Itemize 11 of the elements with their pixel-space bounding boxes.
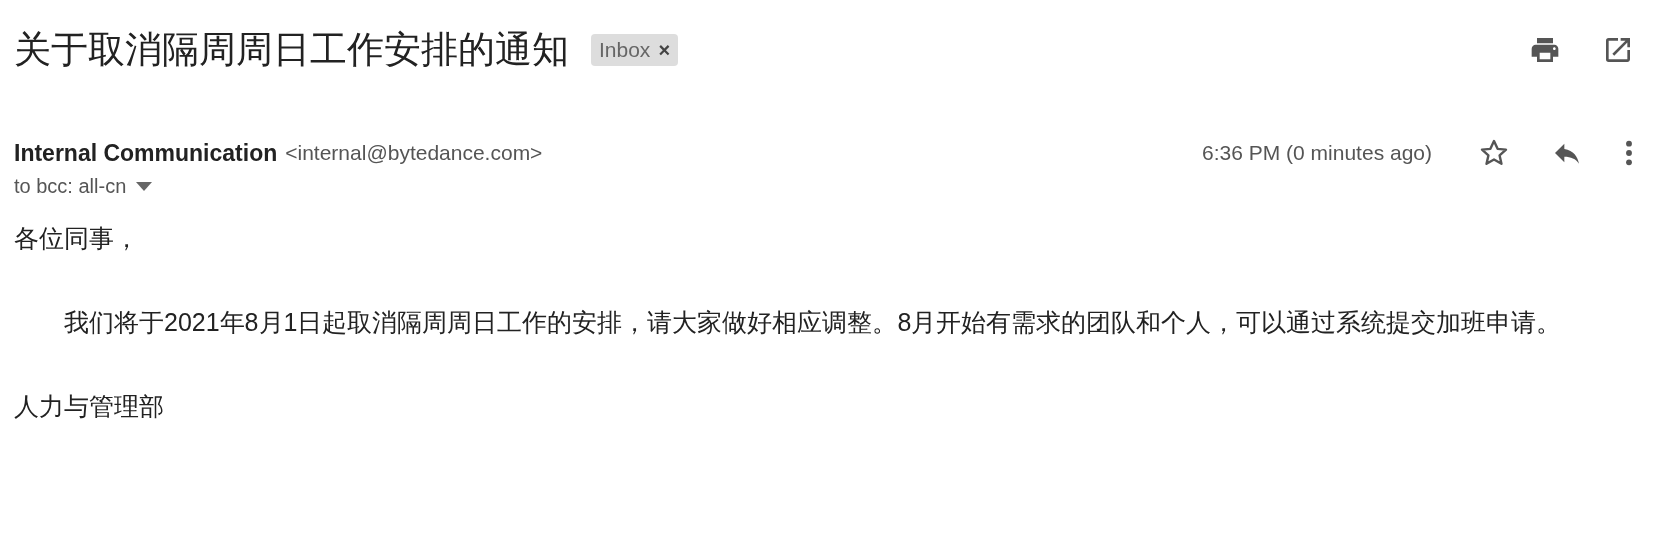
recipients-text: to bcc: all-cn <box>14 175 127 198</box>
remove-label-button[interactable]: × <box>658 38 671 62</box>
caret-icon[interactable] <box>136 182 153 191</box>
sender-name: Internal Communication <box>14 139 278 167</box>
signature-text: 人力与管理部 <box>14 391 165 422</box>
label-text: Inbox <box>599 38 651 62</box>
body-paragraph: 我们将于2021年8月1日起取消隔周周日工作的安排，请大家做好相应调整。8月开始有需求的团队和个人，可以通过系统提交加班申请。 <box>63 307 1563 338</box>
timestamp: 6:36 PM (0 minutes ago) <box>1202 141 1432 165</box>
email-subject: 关于取消隔周周日工作安排的通知 <box>14 28 569 72</box>
greeting-text: 各位同事， <box>14 223 140 254</box>
sender-email: <internal@bytedance.com> <box>285 141 543 165</box>
